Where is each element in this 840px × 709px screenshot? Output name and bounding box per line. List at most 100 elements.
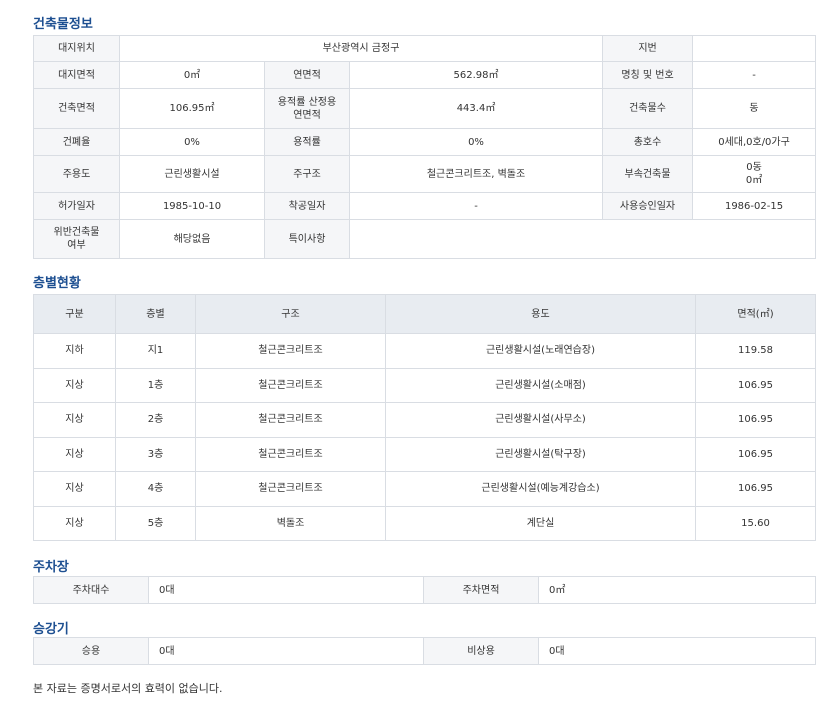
floor-cell: 지상	[33, 402, 116, 438]
building-info-value: 동	[692, 88, 817, 129]
floor-cell: 근린생활시설(노래연습장)	[385, 333, 696, 369]
floor-column-header: 용도	[385, 294, 696, 334]
table-row: 지상 3층 철근콘크리트조 근린생활시설(탁구장) 106.95	[33, 436, 816, 472]
floor-cell: 철근콘크리트조	[195, 367, 386, 403]
building-info-value: 0㎡	[119, 61, 265, 89]
parking-count-label: 주차대수	[33, 576, 149, 604]
elevator-table: 승용 0대 비상용 0대	[33, 637, 816, 665]
parking-area-label: 주차면적	[423, 576, 539, 604]
building-info-label: 위반건축물 여부	[33, 219, 120, 259]
elevator-title: 승강기	[33, 622, 69, 637]
floor-cell: 지상	[33, 367, 116, 403]
building-info-value: 0세대,0호/0가구	[692, 128, 817, 156]
building-info-label: 대지면적	[33, 61, 120, 89]
floor-cell: 106.95	[695, 367, 816, 403]
passenger-elevator-label: 승용	[33, 637, 149, 665]
floor-cell: 지1	[115, 333, 196, 369]
floor-column-header: 층별	[115, 294, 196, 334]
floor-cell: 106.95	[695, 471, 816, 507]
floor-cell: 근린생활시설(사무소)	[385, 402, 696, 438]
building-info-value: 근린생활시설	[119, 155, 265, 193]
table-row: 지상 4층 철근콘크리트조 근린생활시설(예능계강습소) 106.95	[33, 471, 816, 507]
parking-count-value: 0대	[148, 576, 424, 604]
building-info-value: 0%	[119, 128, 265, 156]
disclaimer-note: 본 자료는 증명서로서의 효력이 없습니다.	[33, 682, 223, 695]
floor-cell: 지상	[33, 505, 116, 541]
floor-cell: 2층	[115, 402, 196, 438]
table-row: 지하 지1 철근콘크리트조 근린생활시설(노래연습장) 119.58	[33, 333, 816, 369]
floor-cell: 철근콘크리트조	[195, 436, 386, 472]
floor-cell: 106.95	[695, 436, 816, 472]
table-row: 지상 5층 벽돌조 계단실 15.60	[33, 505, 816, 541]
building-info-label: 주구조	[264, 155, 350, 193]
floor-cell: 지상	[33, 436, 116, 472]
floor-column-header: 구분	[33, 294, 116, 334]
building-info-label: 지번	[602, 35, 694, 62]
floor-cell: 지하	[33, 333, 116, 369]
building-info-label: 대지위치	[33, 35, 120, 62]
floor-status-title: 층별현황	[33, 276, 81, 291]
building-info-value: 부산광역시 금정구	[118, 35, 604, 62]
floor-column-header: 구조	[195, 294, 386, 334]
floor-cell: 계단실	[385, 505, 696, 541]
passenger-elevator-value: 0대	[148, 637, 424, 665]
floor-cell: 15.60	[695, 505, 816, 541]
floor-cell: 근린생활시설(소매점)	[385, 367, 696, 403]
building-info-label: 착공일자	[264, 192, 350, 220]
emergency-elevator-value: 0대	[538, 637, 816, 665]
floor-cell: 근린생활시설(탁구장)	[385, 436, 696, 472]
building-info-label: 용적률	[264, 128, 350, 156]
building-info-label: 명칭 및 번호	[602, 61, 694, 89]
parking-title: 주차장	[33, 560, 69, 575]
building-info-table: 대지위치 부산광역시 금정구 지번 대지면적 0㎡ 연면적 562.98㎡ 명칭 및 번호 - 건…	[33, 35, 817, 259]
parking-area-value: 0㎡	[538, 576, 816, 604]
building-info-value: 443.4㎡	[348, 88, 604, 129]
floor-column-header: 면적(㎡)	[695, 294, 816, 334]
building-info-row: 건폐율 0% 용적률 0% 총호수 0세대,0호/0가구	[33, 128, 817, 156]
building-info-label: 연면적	[264, 61, 350, 89]
floor-cell: 119.58	[695, 333, 816, 369]
floor-cell: 1층	[115, 367, 196, 403]
building-info-label: 사용승인일자	[602, 192, 694, 220]
building-info-value: 106.95㎡	[119, 88, 265, 129]
floor-cell: 철근콘크리트조	[195, 333, 386, 369]
building-info-value: 0%	[348, 128, 604, 156]
building-info-label: 부속건축물	[602, 155, 694, 193]
floor-status-table: 구분 층별 구조 용도 면적(㎡) 지하 지1 철근콘크리트조 근린생활시설(노래연습장) 11…	[33, 294, 816, 541]
building-info-label: 건축물수	[602, 88, 694, 129]
building-info-label: 건폐율	[33, 128, 120, 156]
building-info-label: 특이사항	[264, 219, 350, 259]
floor-cell: 106.95	[695, 402, 816, 438]
floor-cell: 벽돌조	[195, 505, 386, 541]
table-row: 지상 1층 철근콘크리트조 근린생활시설(소매점) 106.95	[33, 367, 816, 403]
building-info-row: 주용도 근린생활시설 주구조 철근콘크리트조, 벽돌조 부속건축물 0동 0㎡	[33, 155, 817, 193]
building-info-row: 대지면적 0㎡ 연면적 562.98㎡ 명칭 및 번호 -	[33, 61, 817, 89]
building-info-label: 용적률 산정용 연면적	[264, 88, 350, 129]
building-info-value: 해당없음	[119, 219, 265, 259]
building-info-row: 대지위치 부산광역시 금정구 지번	[33, 35, 817, 62]
floor-cell: 근린생활시설(예능계강습소)	[385, 471, 696, 507]
building-info-value: 철근콘크리트조, 벽돌조	[348, 155, 604, 193]
building-info-value	[348, 219, 817, 259]
floor-cell: 5층	[115, 505, 196, 541]
floor-cell: 철근콘크리트조	[195, 471, 386, 507]
parking-table: 주차대수 0대 주차면적 0㎡	[33, 576, 816, 604]
building-info-label: 허가일자	[33, 192, 120, 220]
floor-cell: 3층	[115, 436, 196, 472]
building-info-row: 허가일자 1985-10-10 착공일자 - 사용승인일자 1986-02-15	[33, 192, 817, 220]
building-info-row: 위반건축물 여부 해당없음 특이사항	[33, 219, 817, 259]
table-row: 지상 2층 철근콘크리트조 근린생활시설(사무소) 106.95	[33, 402, 816, 438]
building-info-value: -	[692, 61, 817, 89]
floor-cell: 지상	[33, 471, 116, 507]
floor-cell: 4층	[115, 471, 196, 507]
building-info-value: -	[348, 192, 604, 220]
emergency-elevator-label: 비상용	[423, 637, 539, 665]
building-info-title: 건축물정보	[33, 17, 93, 32]
building-info-label: 건축면적	[33, 88, 120, 129]
building-info-value: 562.98㎡	[348, 61, 604, 89]
building-info-value: 1985-10-10	[119, 192, 265, 220]
building-info-label: 주용도	[33, 155, 120, 193]
building-info-value: 1986-02-15	[692, 192, 817, 220]
building-info-label: 총호수	[602, 128, 694, 156]
building-info-value: 0동 0㎡	[692, 155, 817, 193]
